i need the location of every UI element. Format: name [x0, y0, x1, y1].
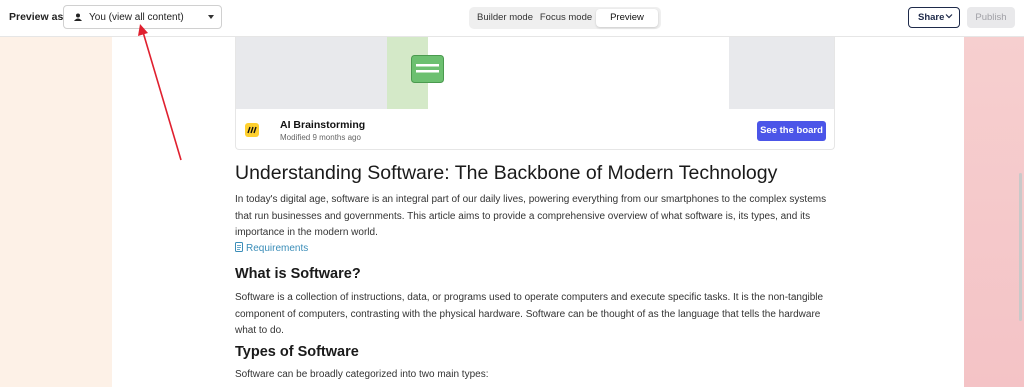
- requirements-link[interactable]: Requirements: [235, 242, 308, 254]
- person-icon: [74, 13, 82, 21]
- heading-types-of-software: Types of Software: [235, 344, 359, 360]
- viewer-select[interactable]: You (view all content): [63, 5, 222, 29]
- document-icon: [235, 242, 243, 252]
- right-background: [964, 37, 1024, 387]
- preview-as-label: Preview as: [9, 11, 64, 23]
- publish-button[interactable]: Publish: [967, 7, 1015, 28]
- top-toolbar: Preview as You (view all content) Builde…: [0, 0, 1024, 37]
- board-preview-white-area: [428, 37, 729, 109]
- miro-logo-icon: [245, 123, 259, 137]
- see-the-board-button[interactable]: See the board: [757, 121, 826, 141]
- embedded-board-card[interactable]: AI Brainstorming Modified 9 months ago: [235, 37, 835, 150]
- left-background: [0, 37, 112, 387]
- tab-builder-mode[interactable]: Builder mode: [473, 9, 537, 27]
- intro-paragraph: In today's digital age, software is an i…: [235, 194, 827, 238]
- tab-focus-mode[interactable]: Focus mode: [537, 9, 595, 27]
- requirements-link-label: Requirements: [246, 243, 309, 254]
- chevron-down-icon: [945, 14, 953, 19]
- board-title: AI Brainstorming: [280, 119, 366, 131]
- card-icon: [411, 55, 444, 83]
- heading-what-is-software: What is Software?: [235, 266, 361, 282]
- chevron-down-icon: [208, 15, 214, 19]
- board-modified: Modified 9 months ago: [280, 133, 361, 142]
- mode-switcher: Builder mode Focus mode Preview: [469, 7, 661, 29]
- share-button[interactable]: Share: [908, 7, 960, 28]
- article-title: Understanding Software: The Backbone of …: [235, 162, 778, 184]
- scrollbar[interactable]: [1019, 173, 1022, 321]
- what-paragraph: Software is a collection of instructions…: [235, 292, 824, 336]
- types-paragraph: Software can be broadly categorized into…: [235, 369, 489, 380]
- viewer-select-value: You (view all content): [89, 12, 184, 23]
- tab-preview[interactable]: Preview: [596, 9, 658, 27]
- share-label: Share: [918, 12, 945, 23]
